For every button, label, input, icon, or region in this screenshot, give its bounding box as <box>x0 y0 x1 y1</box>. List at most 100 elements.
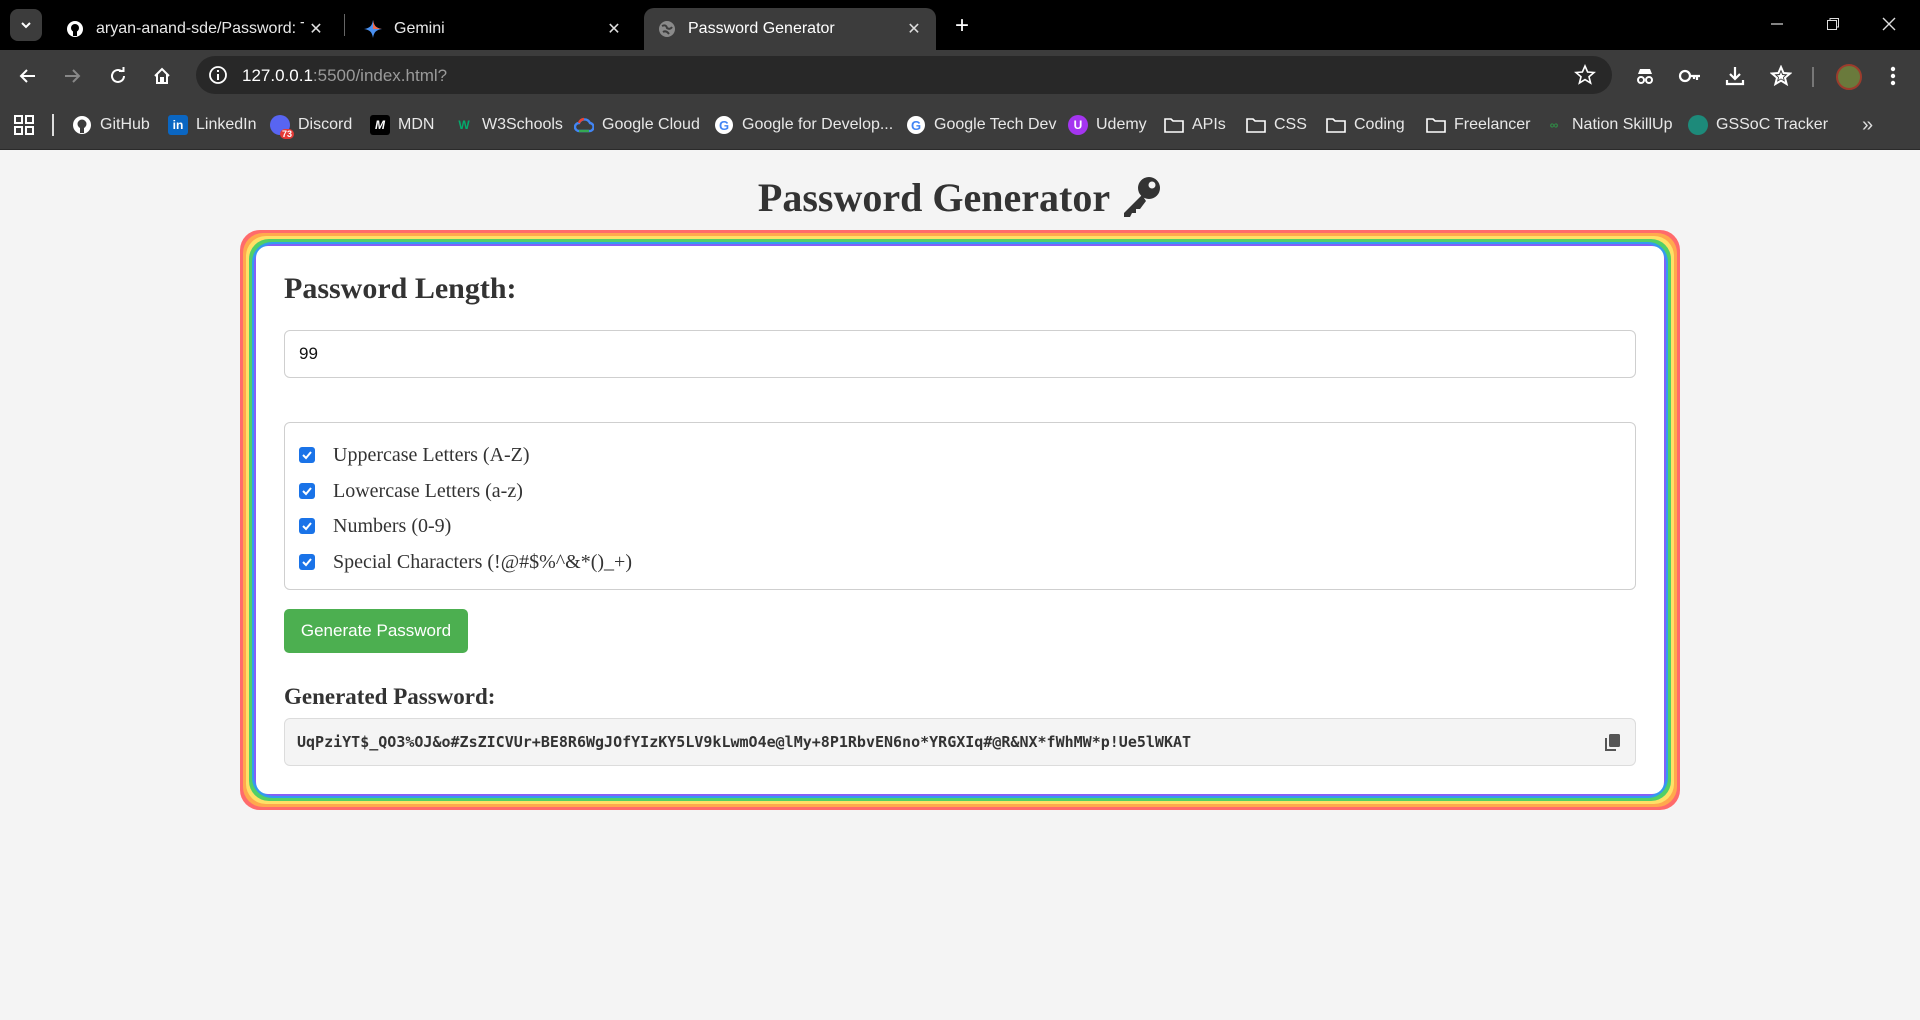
url-text[interactable]: 127.0.0.1:5500/index.html? <box>242 66 447 86</box>
option-numbers[interactable]: Numbers (0-9) <box>299 514 451 538</box>
close-tab-icon[interactable]: ✕ <box>602 17 626 41</box>
special-checkbox[interactable] <box>299 554 315 570</box>
password-length-input[interactable] <box>284 330 1636 378</box>
gemini-icon <box>364 20 382 38</box>
lowercase-checkbox[interactable] <box>299 483 315 499</box>
bookmark-mdn[interactable]: M MDN <box>370 114 434 136</box>
home-icon <box>154 67 170 84</box>
key-icon <box>1118 175 1162 227</box>
chevron-double-right-icon[interactable]: » <box>1862 114 1873 137</box>
bookmark-udemy[interactable]: U Udemy <box>1068 114 1147 136</box>
option-special[interactable]: Special Characters (!@#$%^&*()_+) <box>299 550 632 574</box>
bookmark-label: GSSoC Tracker <box>1716 116 1829 133</box>
home-button[interactable] <box>146 60 178 92</box>
bookmark-label: Udemy <box>1096 116 1147 133</box>
google-icon: G <box>714 115 734 135</box>
bookmark-folder-apis[interactable]: APIs <box>1164 114 1226 136</box>
restore-button[interactable] <box>1810 8 1856 40</box>
option-label: Uppercase Letters (A-Z) <box>333 443 530 466</box>
reload-icon <box>111 67 125 83</box>
password-length-heading: Password Length: <box>284 272 517 305</box>
checkmark-icon <box>302 487 312 496</box>
download-icon[interactable] <box>1722 63 1748 89</box>
checkmark-icon <box>302 558 312 567</box>
bookmark-gssoc-tracker[interactable]: GSSoC Tracker <box>1688 114 1828 136</box>
new-tab-button[interactable]: + <box>948 12 976 40</box>
bookmark-label: Google Cloud <box>602 116 700 133</box>
favorites-icon[interactable] <box>1768 63 1794 89</box>
option-label: Lowercase Letters (a-z) <box>333 479 523 502</box>
bookmark-github[interactable]: GitHub <box>72 114 150 136</box>
bookmark-nation-skillup[interactable]: ∞ Nation SkillUp <box>1544 114 1673 136</box>
bookmark-folder-freelancer[interactable]: Freelancer <box>1426 114 1530 136</box>
svg-text:G: G <box>911 118 921 133</box>
generated-password-text[interactable]: UqPziYT$_QO3%OJ&o#ZsZICVUr+BE8R6WgJOfYIz… <box>297 733 1191 751</box>
tab-github[interactable]: aryan-anand-sde/Password: Thi ✕ <box>52 8 338 50</box>
reload-button[interactable] <box>102 60 134 92</box>
bookmark-discord[interactable]: 73 Discord <box>270 114 353 139</box>
bookmark-label: Freelancer <box>1454 116 1531 133</box>
profile-avatar[interactable] <box>1836 64 1862 90</box>
menu-icon[interactable] <box>1880 63 1906 89</box>
option-lowercase[interactable]: Lowercase Letters (a-z) <box>299 479 523 503</box>
tab-label: Gemini <box>394 20 445 37</box>
copy-icon[interactable] <box>1603 732 1623 752</box>
site-info-icon[interactable] <box>206 63 230 87</box>
browser-toolbar: 127.0.0.1:5500/index.html? <box>0 50 1920 100</box>
bookmark-google-developers[interactable]: G Google for Develop... <box>714 114 893 136</box>
notification-badge: 73 <box>279 129 294 139</box>
tab-strip: aryan-anand-sde/Password: Thi ✕ Gemini ✕… <box>0 0 1920 50</box>
bookmark-label: Discord <box>298 116 353 133</box>
close-tab-icon[interactable]: ✕ <box>902 17 926 41</box>
bookmark-google-cloud[interactable]: Google Cloud <box>574 114 700 136</box>
option-uppercase[interactable]: Uppercase Letters (A-Z) <box>299 443 530 467</box>
bookmark-google-tech-dev[interactable]: G Google Tech Dev <box>906 114 1056 136</box>
option-label: Numbers (0-9) <box>333 514 452 537</box>
close-window-button[interactable] <box>1866 8 1912 40</box>
incognito-icon[interactable] <box>1632 63 1658 89</box>
mdn-icon: M <box>370 115 390 135</box>
google-cloud-icon <box>574 115 594 135</box>
folder-icon <box>1246 115 1266 135</box>
bookmark-label: Google for Develop... <box>742 116 894 133</box>
tab-password-generator[interactable]: Password Generator ✕ <box>644 8 936 50</box>
generate-password-button[interactable]: Generate Password <box>284 609 468 653</box>
password-key-icon[interactable] <box>1677 63 1703 89</box>
folder-icon <box>1326 115 1346 135</box>
tab-search-button[interactable] <box>10 9 42 41</box>
folder-icon <box>1164 115 1184 135</box>
bookmark-label: LinkedIn <box>196 116 257 133</box>
github-icon <box>66 20 84 38</box>
bookmark-label: W3Schools <box>482 116 563 133</box>
minimize-button[interactable] <box>1754 8 1800 40</box>
tab-label: Password Generator <box>688 20 835 37</box>
minimize-icon <box>1771 23 1783 25</box>
github-icon <box>72 115 92 135</box>
bookmark-linkedin[interactable]: in LinkedIn <box>168 114 257 136</box>
tab-gemini[interactable]: Gemini ✕ <box>350 8 636 50</box>
discord-icon: 73 <box>270 115 294 139</box>
globe-icon <box>658 20 676 38</box>
back-button[interactable] <box>12 60 44 92</box>
numbers-checkbox[interactable] <box>299 518 315 534</box>
bookmark-w3schools[interactable]: W W3Schools <box>454 114 563 136</box>
arrow-right-icon <box>65 69 81 83</box>
address-bar[interactable]: 127.0.0.1:5500/index.html? <box>196 56 1612 94</box>
option-label: Special Characters (!@#$%^&*()_+) <box>333 550 632 573</box>
close-icon <box>1882 17 1896 31</box>
forward-button[interactable] <box>56 60 88 92</box>
bookmark-label: GitHub <box>100 116 150 133</box>
uppercase-checkbox[interactable] <box>299 447 315 463</box>
tab-label: aryan-anand-sde/Password: Thi <box>96 20 304 37</box>
bookmark-label: MDN <box>398 116 435 133</box>
bookmark-label: CSS <box>1274 116 1307 133</box>
close-tab-icon[interactable]: ✕ <box>304 17 328 41</box>
checkmark-icon <box>302 451 312 460</box>
apps-grid-icon[interactable] <box>14 115 34 135</box>
bookmark-folder-coding[interactable]: Coding <box>1326 114 1405 136</box>
bookmark-star-icon[interactable] <box>1574 64 1596 86</box>
bookmark-folder-css[interactable]: CSS <box>1246 114 1307 136</box>
gssoc-icon <box>1688 115 1708 135</box>
udemy-icon: U <box>1068 115 1088 135</box>
svg-text:G: G <box>719 118 729 133</box>
